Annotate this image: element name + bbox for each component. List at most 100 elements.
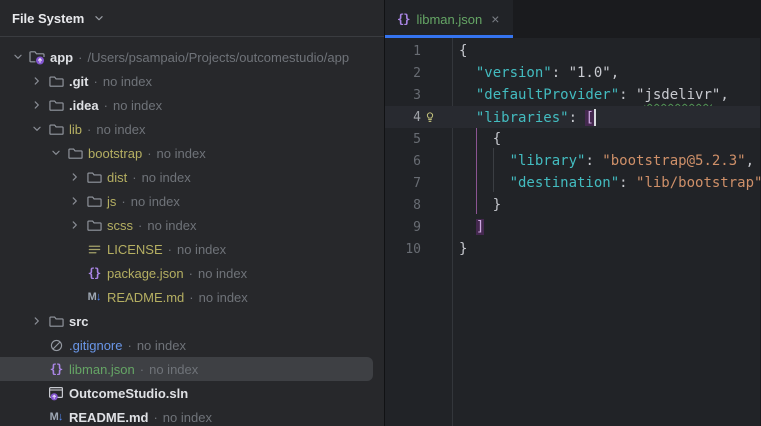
file-name: app	[50, 49, 74, 65]
line-number: 2	[413, 65, 421, 81]
tree-row-outcomestudio.sln[interactable]: OutcomeStudio.sln	[0, 381, 384, 405]
chevron-down-icon[interactable]	[92, 11, 106, 25]
file-name: README.md	[69, 409, 149, 425]
folder-icon	[48, 73, 64, 89]
file-system-panel: File System app ·/Users/psampaio/Projects…	[0, 0, 385, 426]
index-note: no index	[112, 97, 163, 113]
code-line-8: 8 }	[385, 194, 760, 216]
tree-row-readme.md[interactable]: M↓ README.md · no index	[0, 285, 384, 309]
file-system-header: File System	[0, 0, 384, 37]
chevron-right-icon[interactable]	[29, 97, 45, 113]
file-name: bootstrap	[88, 145, 143, 161]
note-separator: ·	[127, 337, 132, 353]
note-separator: ·	[78, 49, 83, 65]
folder-icon	[86, 169, 102, 185]
tree-row-lib[interactable]: lib · no index	[0, 117, 384, 141]
file-name: lib	[69, 121, 83, 137]
tree-row-libman.json[interactable]: {} libman.json · no index	[0, 357, 373, 381]
tree-row-license[interactable]: LICENSE · no index	[0, 237, 384, 261]
line-number: 7	[413, 175, 421, 191]
code-line-text: ]	[475, 219, 485, 235]
index-note: no index	[96, 121, 146, 137]
module-folder-icon	[29, 49, 45, 65]
code-line-1: 1{	[385, 40, 760, 62]
json-braces-icon: {}	[397, 12, 410, 26]
chevron-down-icon[interactable]	[48, 145, 64, 161]
index-note: no index	[156, 145, 206, 161]
code-line-4: 4 "libraries": [	[385, 106, 760, 128]
tree-row-package.json[interactable]: {} package.json · no index	[0, 261, 384, 285]
folder-icon	[67, 145, 83, 161]
line-number: 9	[413, 219, 421, 235]
index-note: no index	[149, 361, 199, 377]
index-note: /Users/psampaio/Projects/outcomestudio/a…	[87, 49, 350, 65]
tree-row-.git[interactable]: .git · no index	[0, 69, 384, 93]
index-note: no index	[162, 409, 212, 425]
index-note: no index	[197, 265, 248, 281]
file-name: LICENSE	[107, 241, 163, 257]
file-name: .idea	[69, 97, 99, 113]
tree-row-.idea[interactable]: .idea · no index	[0, 93, 384, 117]
file-name: libman.json	[69, 361, 135, 377]
tree-row-scss[interactable]: scss · no index	[0, 213, 384, 237]
file-name: .gitignore	[69, 337, 123, 353]
folder-icon	[86, 193, 102, 209]
note-separator: ·	[147, 145, 152, 161]
ignore-icon	[48, 337, 64, 353]
file-name: package.json	[107, 265, 184, 281]
note-separator: ·	[87, 121, 92, 137]
tab-close-icon[interactable]: ×	[489, 11, 501, 27]
file-name: dist	[107, 169, 128, 185]
tree-row-readme.md[interactable]: M↓ README.md · no index	[0, 405, 384, 426]
line-number: 8	[413, 197, 421, 213]
json-braces-icon: {}	[87, 266, 101, 280]
index-note: no index	[198, 289, 248, 305]
code-editor[interactable]: 1{2 "version": "1.0", 3 "defaultProvider"…	[385, 38, 761, 426]
note-separator: ·	[138, 217, 143, 233]
panel-title: File System	[12, 10, 85, 26]
code-line-3: 3 "defaultProvider": "jsdelivr",	[385, 84, 760, 106]
code-line-9: 9 ]	[385, 216, 760, 238]
index-note: no index	[141, 169, 191, 185]
tree-row-src[interactable]: src	[0, 309, 384, 333]
code-line-6: 6 "library": "bootstrap@5.2.3",	[385, 150, 760, 172]
code-line-text: {	[459, 43, 468, 59]
index-note: no index	[102, 73, 152, 89]
chevron-right-icon[interactable]	[67, 169, 83, 185]
file-name: src	[69, 313, 89, 329]
code-line-text: {	[459, 131, 502, 147]
code-line-text: "libraries": [	[475, 108, 596, 126]
chevron-right-icon[interactable]	[67, 217, 83, 233]
editor-tab-libman-json[interactable]: {} libman.json ×	[385, 0, 514, 38]
chevron-right-icon[interactable]	[29, 73, 45, 89]
tree-row-app[interactable]: app ·/Users/psampaio/Projects/outcomestud…	[0, 45, 384, 69]
tree-row-bootstrap[interactable]: bootstrap · no index	[0, 141, 384, 165]
chevron-right-icon[interactable]	[67, 193, 83, 209]
ide-window: File System app ·/Users/psampaio/Projects…	[0, 0, 761, 426]
folder-icon	[86, 217, 102, 233]
code-line-text: }	[459, 197, 502, 213]
chevron-down-icon[interactable]	[10, 49, 26, 65]
tree-row-js[interactable]: js · no index	[0, 189, 384, 213]
folder-icon	[48, 121, 64, 137]
file-name: README.md	[107, 289, 185, 305]
code-line-10: 10}	[385, 238, 760, 260]
tree-row-dist[interactable]: dist · no index	[0, 165, 384, 189]
index-note: no index	[136, 337, 186, 353]
note-separator: ·	[153, 409, 158, 425]
tree-row-.gitignore[interactable]: .gitignore · no index	[0, 333, 384, 357]
chevron-right-icon[interactable]	[29, 313, 45, 329]
text-caret	[593, 108, 596, 126]
editor-tab-bar: {} libman.json ×	[385, 0, 760, 38]
note-separator: ·	[132, 169, 137, 185]
line-number: 1	[413, 43, 421, 59]
intention-lightbulb-icon[interactable]	[423, 110, 437, 128]
chevron-down-icon[interactable]	[29, 121, 45, 137]
note-separator: ·	[139, 361, 145, 377]
folder-icon	[48, 97, 64, 113]
